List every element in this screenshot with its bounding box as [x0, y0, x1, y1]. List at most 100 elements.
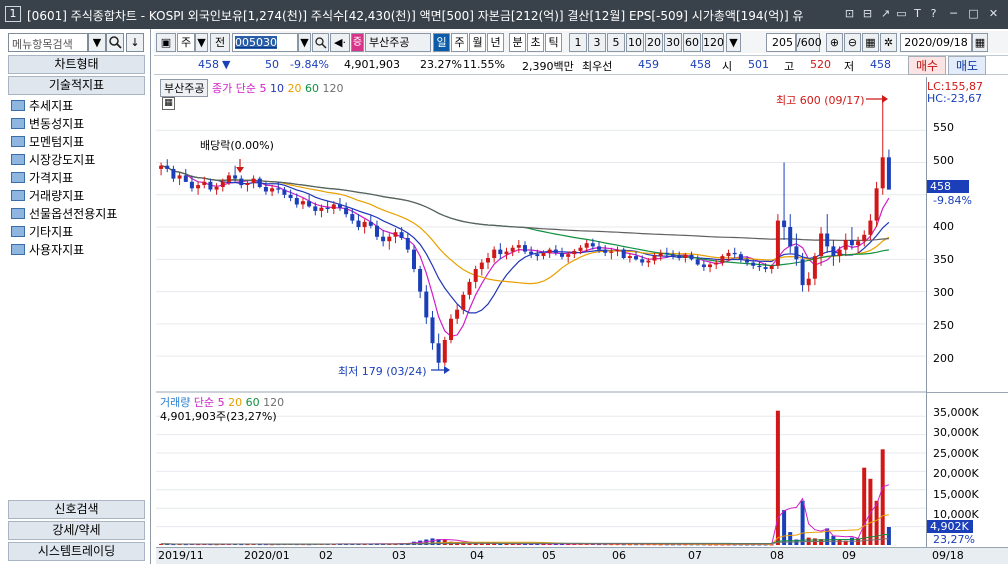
zoom-in-icon[interactable]: ⊕: [826, 33, 843, 52]
change-arrow-icon: ▼: [222, 58, 231, 71]
bull-bear-button[interactable]: 강세/약세: [8, 521, 145, 540]
maximize-button[interactable]: □: [966, 6, 981, 21]
candle-body: [282, 189, 287, 195]
window-icon[interactable]: 1: [5, 6, 21, 22]
down-arrow-icon[interactable]: ↓: [126, 33, 144, 52]
interval-20[interactable]: 20: [645, 33, 663, 52]
candle-body: [695, 259, 700, 265]
tree-item-other[interactable]: 기타지표: [11, 223, 73, 241]
interval-120[interactable]: 120: [702, 33, 724, 52]
candle-body: [856, 241, 861, 246]
minimize-button[interactable]: ─: [946, 6, 961, 21]
y-tick-350: 350: [933, 253, 954, 266]
chart-type-arrow-icon[interactable]: ▼: [195, 33, 208, 52]
tab-tick[interactable]: 틱: [545, 33, 562, 52]
pin-window-icon[interactable]: ⊡: [842, 6, 857, 21]
price-info-bar: 458 ▼ 50 -9.84% 4,901,903 23.27% 11.55% …: [154, 55, 1008, 75]
tab-second[interactable]: 초: [527, 33, 544, 52]
x-axis[interactable]: 2019/11 2020/01 02 03 04 05 06 07 08 09 …: [156, 547, 1008, 564]
tree-item-futures-options[interactable]: 선물옵션전용지표: [11, 205, 117, 223]
x-tick-09: 09: [842, 549, 856, 562]
interval-3[interactable]: 3: [588, 33, 606, 52]
search-icon[interactable]: [106, 33, 124, 52]
link-window-icon[interactable]: ↗: [878, 6, 893, 21]
tree-item-user[interactable]: 사용자지표: [11, 241, 84, 259]
x-tick-2019-11: 2019/11: [158, 549, 204, 562]
tab-year[interactable]: 년: [487, 33, 504, 52]
folder-icon: [11, 208, 25, 219]
candle-body: [652, 256, 657, 261]
price-legend-name[interactable]: 부산주공: [160, 79, 209, 97]
tab-month[interactable]: 월: [469, 33, 486, 52]
data-count-input[interactable]: 205: [766, 33, 796, 52]
high-annotation: 최고 600 (09/17): [776, 94, 865, 107]
candle-body: [751, 262, 756, 266]
candle-body: [159, 165, 164, 169]
interval-5[interactable]: 5: [607, 33, 625, 52]
buy-button[interactable]: 매수: [908, 56, 946, 75]
tab-minute[interactable]: 분: [509, 33, 526, 52]
candle-body: [683, 254, 688, 258]
candle-body: [319, 207, 324, 211]
menu-search-input[interactable]: 메뉴항목검색: [8, 33, 88, 52]
split-window-icon[interactable]: ⊟: [860, 6, 875, 21]
stock-flag-icon[interactable]: 증: [351, 33, 364, 52]
candle-body: [819, 233, 824, 257]
folder-icon: [11, 172, 25, 183]
system-trading-button[interactable]: 시스템트레이딩: [8, 542, 145, 561]
tree-item-volatility[interactable]: 변동성지표: [11, 115, 84, 133]
candle-body: [547, 249, 552, 253]
speaker-icon[interactable]: ◀·: [330, 33, 350, 52]
prev-button[interactable]: 전: [210, 33, 230, 52]
candle-body: [449, 318, 453, 340]
zoom-out-icon[interactable]: ⊖: [844, 33, 861, 52]
magnifier-icon[interactable]: [312, 33, 329, 52]
candle-body: [671, 254, 675, 256]
tree-item-trend[interactable]: 추세지표: [11, 97, 73, 115]
signal-search-button[interactable]: 신호검색: [8, 500, 145, 519]
code-dropdown-icon[interactable]: ▼: [298, 33, 311, 52]
interval-1[interactable]: 1: [569, 33, 587, 52]
calendar-icon[interactable]: ▦: [972, 33, 988, 52]
sell-button[interactable]: 매도: [948, 56, 986, 75]
candle-body: [473, 269, 478, 282]
gear-icon[interactable]: ✲: [880, 33, 897, 52]
tree-item-volume[interactable]: 거래량지표: [11, 187, 84, 205]
date-input[interactable]: 2020/09/18: [900, 33, 972, 52]
interval-30[interactable]: 30: [664, 33, 682, 52]
tree-item-momentum[interactable]: 모멘텀지표: [11, 133, 84, 151]
tree-item-market-strength[interactable]: 시장강도지표: [11, 151, 95, 169]
price-axis[interactable]: LC:155,87 HC:-23,67 550 500 458 -9.84% 4…: [926, 77, 1008, 547]
chart-type-select[interactable]: 주: [177, 33, 195, 52]
candle-body: [708, 264, 712, 268]
stock-code-input[interactable]: 005030: [232, 33, 298, 52]
technical-indicator-header[interactable]: 기술적지표: [8, 76, 145, 95]
candle-body: [300, 201, 305, 205]
save-icon[interactable]: ▦: [862, 33, 879, 52]
chart-type-header[interactable]: 차트형태: [8, 55, 145, 74]
chart-settings-icon[interactable]: ▣: [156, 33, 176, 52]
tree-item-price[interactable]: 가격지표: [11, 169, 73, 187]
interval-dropdown-icon[interactable]: ▼: [726, 33, 741, 52]
close-button[interactable]: ✕: [986, 6, 1001, 21]
volume-percent: 23.27%: [420, 58, 462, 71]
interval-10[interactable]: 10: [626, 33, 644, 52]
calculator-icon[interactable]: ▦: [162, 97, 175, 110]
folder-icon: [11, 154, 25, 165]
help-icon[interactable]: ?: [926, 6, 941, 21]
tab-day[interactable]: 일: [433, 33, 450, 52]
ma60-legend: 60: [304, 82, 319, 95]
folder-icon: [11, 100, 25, 111]
chart-area[interactable]: 부산주공 종가 단순 5 10 20 60 120 ▦ 배당락(0.00%) 최…: [156, 77, 926, 547]
interval-60[interactable]: 60: [683, 33, 701, 52]
search-dropdown-button[interactable]: ▼: [88, 33, 106, 52]
window-title: [0601] 주식종합차트 - KOSPI 외국인보유[1,274(천)] 주식…: [27, 9, 804, 23]
tab-week[interactable]: 주: [451, 33, 468, 52]
candle-body: [350, 214, 355, 221]
candle-body: [677, 255, 682, 259]
candle-body: [714, 262, 719, 265]
frame-window-icon[interactable]: ▭: [894, 6, 909, 21]
text-tool-icon[interactable]: T: [910, 6, 925, 21]
candle-body: [763, 267, 768, 269]
candle-body: [455, 309, 460, 319]
